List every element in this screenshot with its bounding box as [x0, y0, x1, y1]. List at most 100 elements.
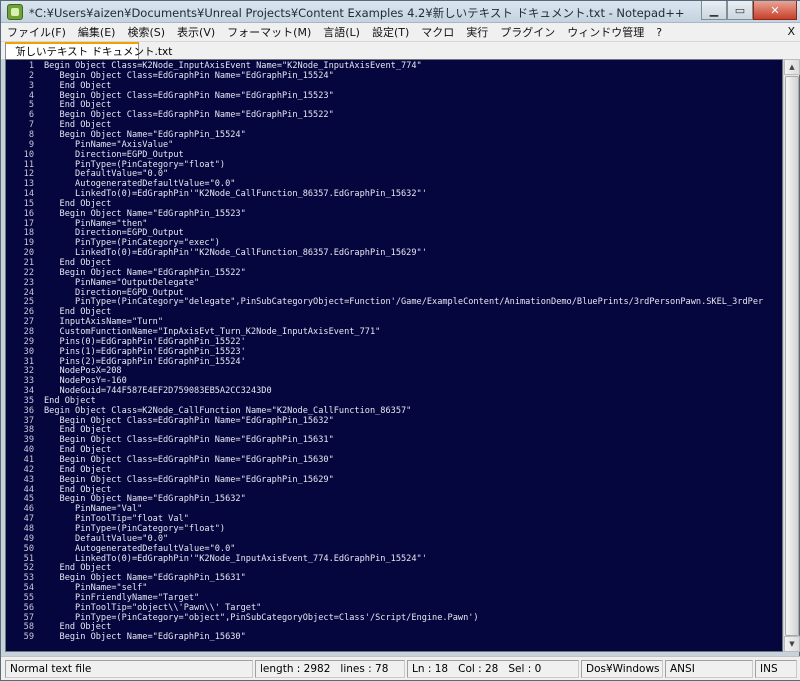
code-line[interactable]: 35 End Object	[6, 396, 782, 406]
code-line[interactable]: 13 AutogeneratedDefaultValue="0.0"	[6, 179, 782, 189]
menu-view[interactable]: 表示(V)	[171, 24, 221, 40]
line-text[interactable]: End Object	[44, 425, 112, 435]
code-line[interactable]: 40 End Object	[6, 445, 782, 455]
menu-language[interactable]: 言語(L)	[317, 24, 366, 40]
line-text[interactable]: End Object	[44, 445, 112, 455]
code-line[interactable]: 58 End Object	[6, 622, 782, 632]
code-line[interactable]: 55 PinFriendlyName="Target"	[6, 593, 782, 603]
line-text[interactable]: Begin Object Name="EdGraphPin_15630"	[44, 632, 246, 642]
line-text[interactable]: End Object	[44, 81, 112, 91]
line-text[interactable]: End Object	[44, 396, 96, 406]
line-text[interactable]: Direction=EGPD_Output	[44, 288, 184, 298]
line-text[interactable]: PinType=(PinCategory="delegate",PinSubCa…	[44, 297, 763, 307]
line-text[interactable]: PinFriendlyName="Target"	[44, 593, 199, 603]
code-line[interactable]: 53 Begin Object Name="EdGraphPin_15631"	[6, 573, 782, 583]
line-text[interactable]: Pins(2)=EdGraphPin'EdGraphPin_15524'	[44, 357, 246, 367]
line-text[interactable]: PinType=(PinCategory="object",PinSubCate…	[44, 613, 479, 623]
line-text[interactable]: PinType=(PinCategory="float")	[44, 524, 225, 534]
line-text[interactable]: InputAxisName="Turn"	[44, 317, 163, 327]
line-text[interactable]: Begin Object Class=EdGraphPin Name="EdGr…	[44, 71, 334, 81]
code-line[interactable]: 19 PinType=(PinCategory="exec")	[6, 238, 782, 248]
code-line[interactable]: 42 End Object	[6, 465, 782, 475]
menu-file[interactable]: ファイル(F)	[1, 24, 72, 40]
menu-help[interactable]: ?	[650, 26, 668, 39]
line-text[interactable]: DefaultValue="0.0"	[44, 534, 168, 544]
code-line[interactable]: 46 PinName="Val"	[6, 504, 782, 514]
code-line[interactable]: 32 NodePosX=208	[6, 366, 782, 376]
scrollbar-thumb[interactable]	[785, 76, 799, 636]
code-line[interactable]: 41 Begin Object Class=EdGraphPin Name="E…	[6, 455, 782, 465]
line-text[interactable]: PinName="OutputDelegate"	[44, 278, 199, 288]
code-line[interactable]: 10 Direction=EGPD_Output	[6, 150, 782, 160]
code-line[interactable]: 24 Direction=EGPD_Output	[6, 288, 782, 298]
line-text[interactable]: End Object	[44, 563, 112, 573]
line-text[interactable]: Begin Object Class=K2Node_InputAxisEvent…	[44, 61, 422, 71]
code-line[interactable]: 39 Begin Object Class=EdGraphPin Name="E…	[6, 435, 782, 445]
line-text[interactable]: Pins(0)=EdGraphPin'EdGraphPin_15522'	[44, 337, 246, 347]
code-line[interactable]: 9 PinName="AxisValue"	[6, 140, 782, 150]
line-text[interactable]: End Object	[44, 485, 112, 495]
code-line[interactable]: 43 Begin Object Class=EdGraphPin Name="E…	[6, 475, 782, 485]
code-line[interactable]: 57 PinType=(PinCategory="object",PinSubC…	[6, 613, 782, 623]
line-text[interactable]: Begin Object Class=EdGraphPin Name="EdGr…	[44, 475, 334, 485]
code-line[interactable]: 6 Begin Object Class=EdGraphPin Name="Ed…	[6, 110, 782, 120]
code-line[interactable]: 52 End Object	[6, 563, 782, 573]
code-line[interactable]: 27 InputAxisName="Turn"	[6, 317, 782, 327]
code-line[interactable]: 11 PinType=(PinCategory="float")	[6, 160, 782, 170]
line-text[interactable]: NodePosY=-160	[44, 376, 127, 386]
line-text[interactable]: Pins(1)=EdGraphPin'EdGraphPin_15523'	[44, 347, 246, 357]
code-line[interactable]: 30 Pins(1)=EdGraphPin'EdGraphPin_15523'	[6, 347, 782, 357]
menu-run[interactable]: 実行	[460, 24, 494, 40]
code-line[interactable]: 15 End Object	[6, 199, 782, 209]
status-encoding[interactable]: ANSI	[665, 660, 753, 678]
text-editor[interactable]: 1 Begin Object Class=K2Node_InputAxisEven…	[5, 59, 783, 652]
code-line[interactable]: 26 End Object	[6, 307, 782, 317]
line-text[interactable]: NodeGuid=744F587E4EF2D759083EB5A2CC3243D…	[44, 386, 272, 396]
code-line[interactable]: 56 PinToolTip="object\\'Pawn\\' Target"	[6, 603, 782, 613]
line-text[interactable]: Direction=EGPD_Output	[44, 228, 184, 238]
line-text[interactable]: PinType=(PinCategory="float")	[44, 160, 225, 170]
vertical-scrollbar[interactable]: ▲ ▼	[783, 59, 800, 652]
code-line[interactable]: 34 NodeGuid=744F587E4EF2D759083EB5A2CC32…	[6, 386, 782, 396]
code-line[interactable]: 18 Direction=EGPD_Output	[6, 228, 782, 238]
line-text[interactable]: PinName="self"	[44, 583, 147, 593]
line-text[interactable]: NodePosX=208	[44, 366, 122, 376]
status-eol[interactable]: Dos¥Windows	[581, 660, 663, 678]
code-line[interactable]: 51 LinkedTo(0)=EdGraphPin'"K2Node_InputA…	[6, 554, 782, 564]
menu-edit[interactable]: 編集(E)	[72, 24, 122, 40]
code-line[interactable]: 36 Begin Object Class=K2Node_CallFunction…	[6, 406, 782, 416]
code-line[interactable]: 31 Pins(2)=EdGraphPin'EdGraphPin_15524'	[6, 357, 782, 367]
line-text[interactable]: Begin Object Name="EdGraphPin_15523"	[44, 209, 246, 219]
code-line[interactable]: 20 LinkedTo(0)=EdGraphPin'"K2Node_CallFu…	[6, 248, 782, 258]
code-line[interactable]: 45 Begin Object Name="EdGraphPin_15632"	[6, 494, 782, 504]
code-line[interactable]: 28 CustomFunctionName="InpAxisEvt_Turn_K…	[6, 327, 782, 337]
line-text[interactable]: PinToolTip="float Val"	[44, 514, 189, 524]
title-bar[interactable]: *C:¥Users¥aizen¥Documents¥Unreal Project…	[1, 1, 800, 23]
line-text[interactable]: Begin Object Class=EdGraphPin Name="EdGr…	[44, 110, 334, 120]
menu-macro[interactable]: マクロ	[415, 24, 460, 40]
code-line[interactable]: 4 Begin Object Class=EdGraphPin Name="Ed…	[6, 91, 782, 101]
line-text[interactable]: PinName="Val"	[44, 504, 142, 514]
code-line[interactable]: 8 Begin Object Name="EdGraphPin_15524"	[6, 130, 782, 140]
line-text[interactable]: End Object	[44, 307, 112, 317]
line-text[interactable]: PinName="AxisValue"	[44, 140, 173, 150]
status-insert-mode[interactable]: INS	[755, 660, 797, 678]
code-line[interactable]: 5 End Object	[6, 100, 782, 110]
line-text[interactable]: Begin Object Class=EdGraphPin Name="EdGr…	[44, 416, 334, 426]
line-text[interactable]: Direction=EGPD_Output	[44, 150, 184, 160]
code-line[interactable]: 47 PinToolTip="float Val"	[6, 514, 782, 524]
line-text[interactable]: End Object	[44, 622, 112, 632]
line-text[interactable]: Begin Object Class=EdGraphPin Name="EdGr…	[44, 435, 334, 445]
line-text[interactable]: End Object	[44, 199, 112, 209]
menu-search[interactable]: 検索(S)	[121, 24, 171, 40]
line-text[interactable]: Begin Object Class=K2Node_CallFunction N…	[44, 406, 411, 416]
close-document-button[interactable]: X	[787, 25, 795, 38]
line-text[interactable]: Begin Object Name="EdGraphPin_15631"	[44, 573, 246, 583]
code-line[interactable]: 48 PinType=(PinCategory="float")	[6, 524, 782, 534]
line-text[interactable]: Begin Object Name="EdGraphPin_15522"	[44, 268, 246, 278]
line-text[interactable]: LinkedTo(0)=EdGraphPin'"K2Node_InputAxis…	[44, 554, 427, 564]
code-line[interactable]: 1 Begin Object Class=K2Node_InputAxisEven…	[6, 61, 782, 71]
code-line[interactable]: 12 DefaultValue="0.0"	[6, 169, 782, 179]
menu-window[interactable]: ウィンドウ管理	[561, 24, 650, 40]
code-line[interactable]: 14 LinkedTo(0)=EdGraphPin'"K2Node_CallFu…	[6, 189, 782, 199]
